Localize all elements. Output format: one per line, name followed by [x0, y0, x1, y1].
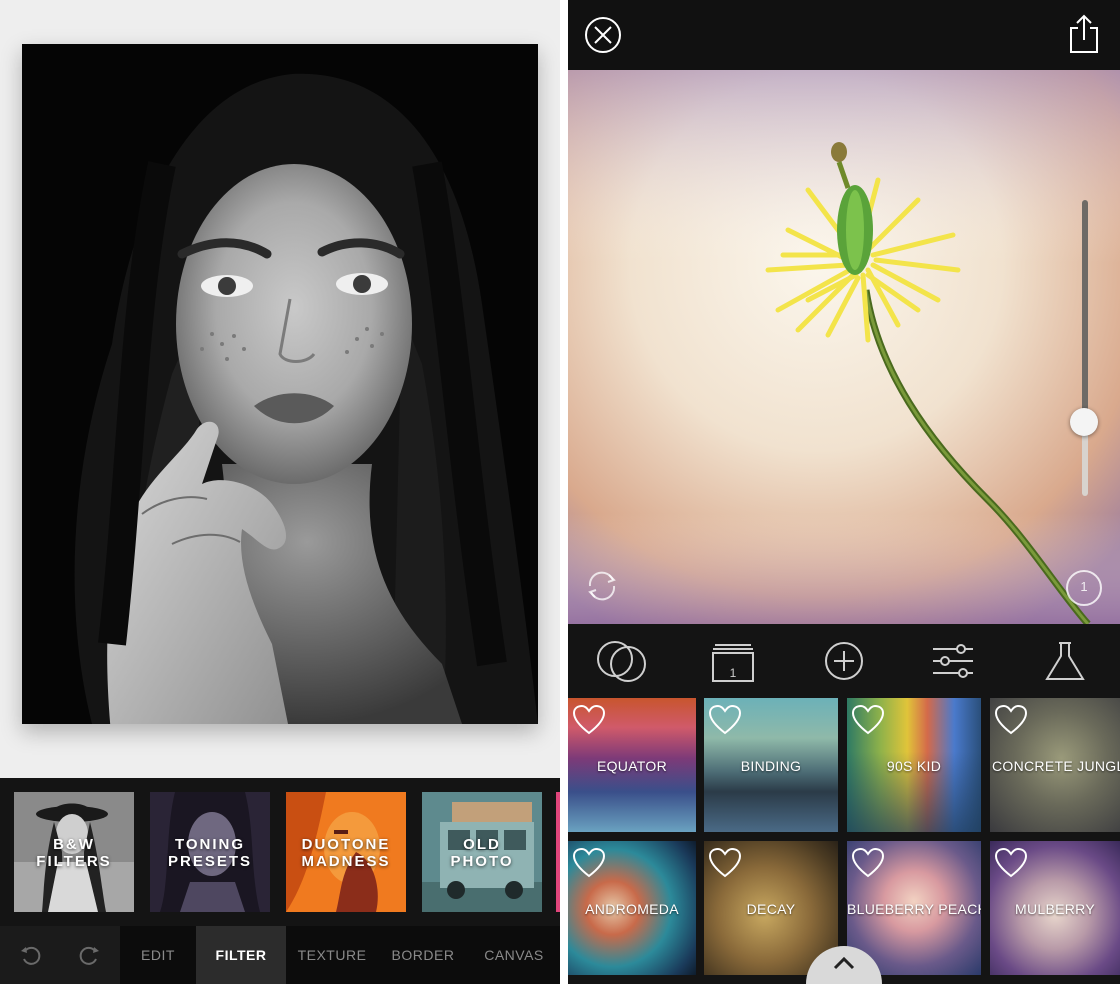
texture-name: BINDING: [740, 758, 802, 774]
heart-icon[interactable]: [572, 847, 606, 879]
texture-binding[interactable]: BINDING: [704, 698, 838, 832]
heart-icon[interactable]: [851, 704, 885, 736]
texture-equator[interactable]: EQUATOR: [568, 698, 696, 832]
heart-icon[interactable]: [572, 704, 606, 736]
filter-label-line1: DUOTONE: [301, 836, 391, 853]
filter-old-photo[interactable]: OLD PHOTO: [422, 792, 542, 912]
share-icon: [1070, 14, 1098, 53]
filter-toning-presets[interactable]: TONING PRESETS: [150, 792, 270, 912]
tab-filter[interactable]: FILTER: [196, 926, 286, 984]
texture-name: EQUATOR: [596, 758, 668, 774]
share-button[interactable]: [1064, 12, 1104, 56]
filter-label-line1: B&W: [53, 836, 95, 853]
close-button[interactable]: [582, 14, 624, 56]
filter-label: DUOTONE MADNESS: [286, 836, 406, 870]
texture-name: ANDROMEDA: [585, 901, 679, 917]
texture-name: DECAY: [746, 901, 796, 917]
portrait-photo: [22, 44, 538, 724]
heart-icon[interactable]: [708, 847, 742, 879]
heart-icon[interactable]: [994, 704, 1028, 736]
screenshot-divider: [560, 0, 568, 984]
filter-label-line1: OLD: [463, 836, 501, 853]
info-button[interactable]: 1: [1064, 568, 1104, 608]
filter-label-line2: FILTERS: [36, 853, 112, 870]
sliders-icon: [933, 644, 973, 678]
right-app-screen: 1 1 EQUATOR BINDING 90S KID CONCRETE JUN…: [568, 0, 1120, 984]
editor-bottom-panel: B&W FILTERS TONING PRESETS DUOTONE MADNE…: [0, 778, 560, 984]
blend-circles-icon: [597, 641, 646, 682]
tab-border[interactable]: BORDER: [378, 926, 468, 984]
close-circle-icon: [585, 17, 621, 53]
filter-label-line1: TONING: [174, 836, 246, 853]
screenshot-root: B&W FILTERS TONING PRESETS DUOTONE MADNE…: [0, 0, 1120, 984]
adjust-button[interactable]: [930, 638, 976, 684]
texture-canvas[interactable]: 1: [568, 70, 1120, 624]
filter-label: OLD PHOTO: [422, 836, 542, 870]
opacity-slider-knob[interactable]: [1070, 408, 1098, 436]
filter-bw-filters[interactable]: B&W FILTERS: [14, 792, 134, 912]
opacity-slider-upper: [1082, 200, 1088, 422]
opacity-slider-track[interactable]: [1082, 200, 1088, 496]
filter-category-strip[interactable]: B&W FILTERS TONING PRESETS DUOTONE MADNE…: [0, 778, 560, 926]
add-button[interactable]: [822, 638, 866, 684]
texture-concrete-jungle[interactable]: CONCRETE JUNGLE: [990, 698, 1120, 832]
filter-label-line2: PRESETS: [167, 853, 253, 870]
tab-texture[interactable]: TEXTURE: [286, 926, 378, 984]
rotate-reset-icon: [588, 571, 616, 601]
filter-label: B&W FILTERS: [14, 836, 134, 870]
heart-icon[interactable]: [994, 847, 1028, 879]
photo-preview: [22, 44, 538, 724]
flower-photo: [568, 70, 1120, 624]
redo-button[interactable]: [60, 926, 118, 984]
texture-name: MULBERRY: [1015, 901, 1095, 917]
chevron-up-icon: [833, 956, 855, 970]
left-app-screen: B&W FILTERS TONING PRESETS DUOTONE MADNE…: [0, 0, 560, 984]
reset-button[interactable]: [582, 566, 622, 606]
texture-andromeda[interactable]: ANDROMEDA: [568, 841, 696, 975]
lab-button[interactable]: [1042, 638, 1088, 684]
editor-tab-bar: EDIT FILTER TEXTURE BORDER CANVAS: [0, 926, 560, 984]
filter-duotone-madness[interactable]: DUOTONE MADNESS: [286, 792, 406, 912]
filter-label: TONING PRESETS: [150, 836, 270, 870]
texture-90s-kid[interactable]: 90S KID: [847, 698, 981, 832]
layers-button[interactable]: 1: [710, 638, 756, 684]
flask-icon: [1045, 642, 1085, 680]
tool-bar: 1: [568, 624, 1120, 698]
layer-number: 1: [729, 666, 737, 680]
redo-icon: [79, 946, 99, 965]
tab-edit[interactable]: EDIT: [120, 926, 196, 984]
texture-name: CONCRETE JUNGLE: [992, 758, 1120, 774]
tab-canvas[interactable]: CANVAS: [468, 926, 560, 984]
add-circle-icon: [825, 642, 863, 680]
info-number: 1: [1080, 579, 1088, 594]
texture-grid: EQUATOR BINDING 90S KID CONCRETE JUNGLE: [568, 698, 1120, 984]
heart-icon[interactable]: [851, 847, 885, 879]
heart-icon[interactable]: [708, 704, 742, 736]
top-bar: [568, 0, 1120, 70]
filter-label-line2: PHOTO: [450, 853, 514, 870]
undo-button[interactable]: [2, 926, 60, 984]
texture-mulberry[interactable]: MULBERRY: [990, 841, 1120, 975]
texture-name: 90S KID: [886, 758, 942, 774]
filter-label-line2: MADNESS: [301, 853, 391, 870]
texture-name: BLUEBERRY PEACH: [847, 901, 981, 917]
blend-button[interactable]: [594, 638, 650, 684]
undo-icon: [21, 946, 41, 965]
